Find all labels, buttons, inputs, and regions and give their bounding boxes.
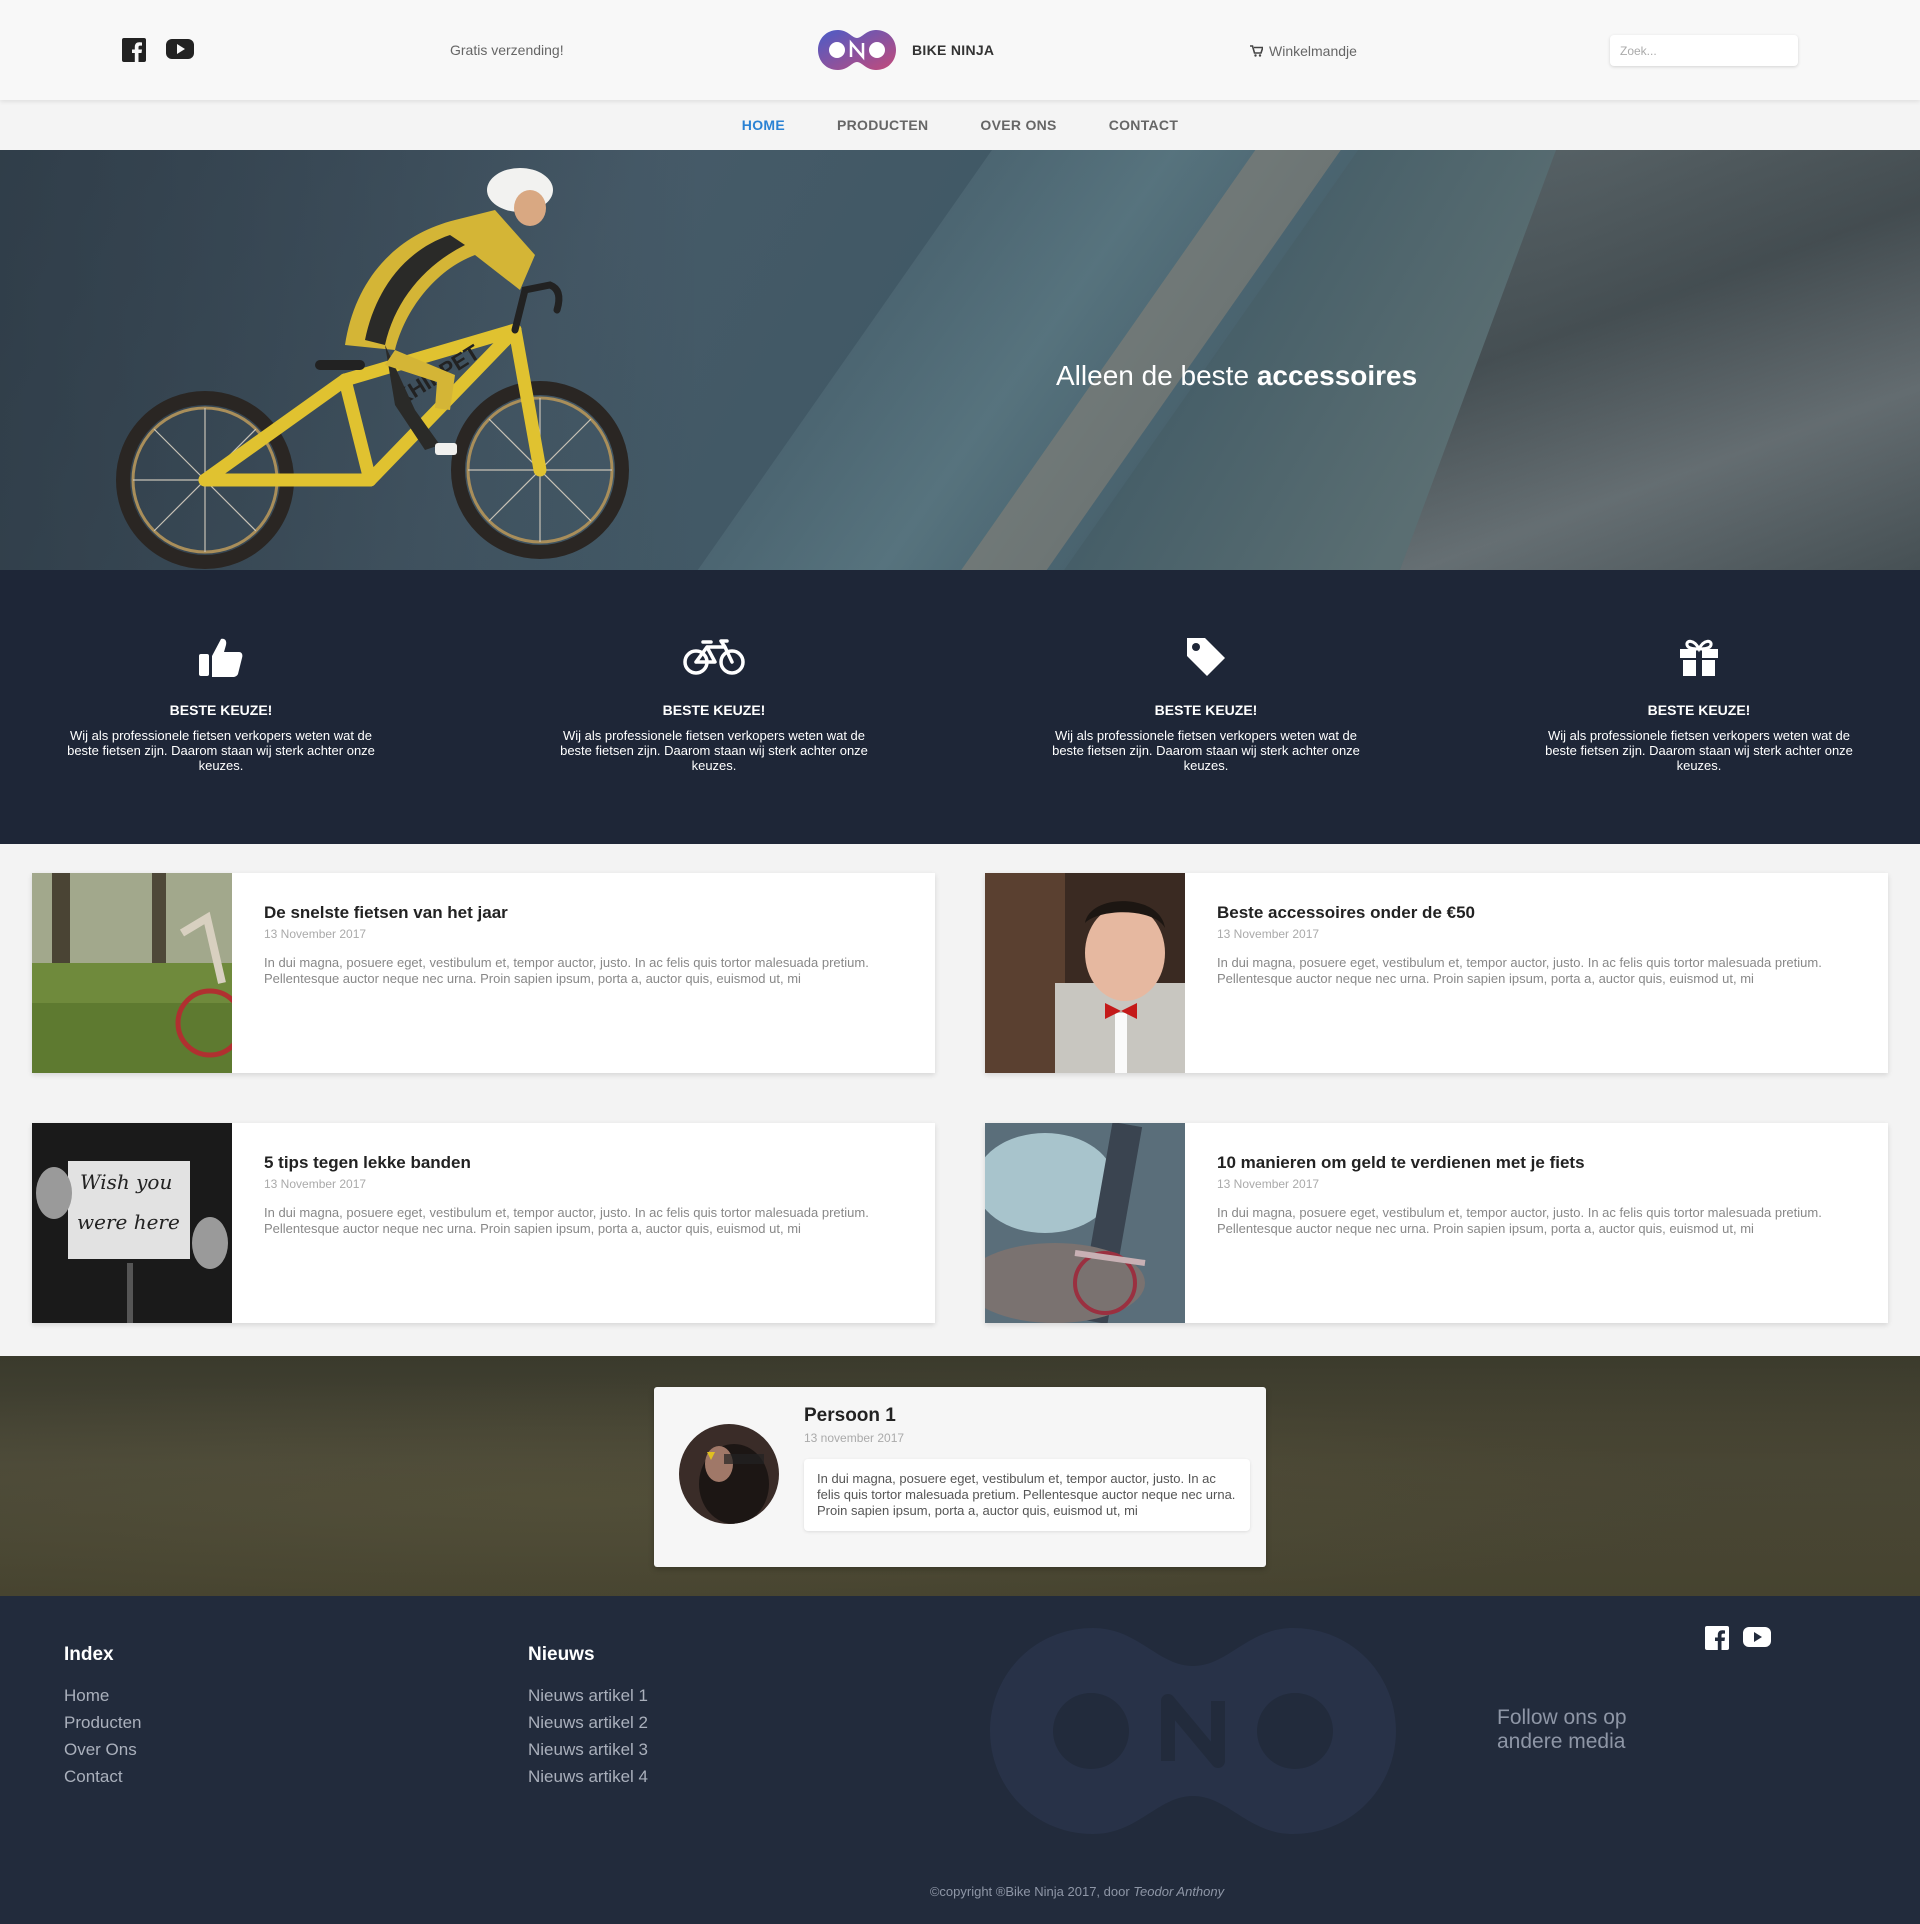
feature-item: BESTE KEUZE! Wij als professionele fiets… [1041,632,1371,773]
feature-text: Wij als professionele fietsen verkopers … [67,728,375,773]
feature-text: Wij als professionele fietsen verkopers … [560,728,868,773]
footer-index-column: Index Home Producten Over Ons Contact [64,1644,142,1790]
feature-title: BESTE KEUZE! [1647,702,1751,718]
hero-banner: KHIPPET Alleen de beste accessoires [0,150,1920,570]
footer-social-links [1705,1626,1771,1655]
testimonial-name: Persoon 1 [804,1405,896,1426]
footer-link-contact[interactable]: Contact [64,1763,142,1790]
feature-title: BESTE KEUZE! [662,702,766,718]
footer-link-news-3[interactable]: Nieuws artikel 3 [528,1736,648,1763]
articles-section: De snelste fietsen van het jaar 13 Novem… [0,844,1920,1356]
article-card[interactable]: Wish you were here 5 tips tegen lekke ba… [32,1123,935,1323]
article-title[interactable]: 5 tips tegen lekke banden [264,1153,904,1173]
features-section: BESTE KEUZE! Wij als professionele fiets… [0,570,1920,844]
search-input[interactable] [1610,35,1798,66]
tag-icon [1187,638,1225,676]
testimonial-quote: In dui magna, posuere eget, vestibulum e… [804,1459,1250,1531]
feature-text: Wij als professionele fietsen verkopers … [1052,728,1360,773]
copyright-text: ©copyright ®Bike Ninja 2017, door Teodor… [0,1884,1920,1899]
follow-text: Follow ons op andere media [1497,1706,1627,1753]
site-footer: Index Home Producten Over Ons Contact Ni… [0,1596,1920,1924]
header-social-links [122,38,194,67]
nav-item-contact[interactable]: CONTACT [1109,117,1179,133]
footer-news-column: Nieuws Nieuws artikel 1 Nieuws artikel 2… [528,1644,648,1790]
article-card[interactable]: Beste accessoires onder de €50 13 Novemb… [985,873,1888,1073]
bike-ninja-logo-icon [818,30,896,70]
article-thumbnail: Wish you were here [32,1123,232,1323]
testimonial-date: 13 november 2017 [804,1431,905,1445]
cart-label: Winkelmandje [1269,43,1357,59]
footer-link-over-ons[interactable]: Over Ons [64,1736,142,1763]
article-body: 5 tips tegen lekke banden 13 November 20… [264,1153,904,1237]
feature-title: BESTE KEUZE! [1154,702,1258,718]
article-text: In dui magna, posuere eget, vestibulum e… [264,955,869,986]
cart-link[interactable]: Winkelmandje [1250,43,1357,59]
footer-link-home[interactable]: Home [64,1682,142,1709]
brand-name: BIKE NINJA [912,42,995,58]
footer-link-news-2[interactable]: Nieuws artikel 2 [528,1709,648,1736]
nav-item-over-ons[interactable]: OVER ONS [980,117,1056,133]
footer-index-title: Index [64,1644,114,1665]
footer-link-producten[interactable]: Producten [64,1709,142,1736]
top-header: Gratis verzending! BIKE NINJA Winkelmand… [0,0,1920,100]
thumb-sign-line-1: Wish you [80,1170,172,1194]
article-body: De snelste fietsen van het jaar 13 Novem… [264,903,904,987]
article-title[interactable]: De snelste fietsen van het jaar [264,903,904,923]
hero-headline-light: Alleen de beste [1056,360,1250,391]
thumb-sign-line-2: were here [77,1210,180,1234]
article-date: 13 November 2017 [264,1177,367,1191]
youtube-icon[interactable] [166,38,194,67]
footer-link-news-1[interactable]: Nieuws artikel 1 [528,1682,648,1709]
footer-news-title: Nieuws [528,1644,595,1665]
free-shipping-text: Gratis verzending! [450,42,564,58]
article-thumbnail [32,873,232,1073]
nav-item-home[interactable]: HOME [742,117,785,133]
copyright-prefix: ©copyright ®Bike Ninja 2017, door [929,1884,1130,1899]
hero-rooftops-background [1400,150,1920,570]
cyclist-image: KHIPPET [116,168,629,569]
article-body: 10 manieren om geld te verdienen met je … [1217,1153,1857,1237]
bicycle-icon [683,639,745,675]
feature-text: Wij als professionele fietsen verkopers … [1545,728,1853,773]
article-title[interactable]: Beste accessoires onder de €50 [1217,903,1857,923]
article-text: In dui magna, posuere eget, vestibulum e… [1217,1205,1822,1236]
nav-item-producten[interactable]: PRODUCTEN [837,117,928,133]
copyright-author: Teodor Anthony [1133,1884,1225,1899]
article-thumbnail [985,873,1185,1073]
article-thumbnail [985,1123,1185,1323]
footer-link-news-4[interactable]: Nieuws artikel 4 [528,1763,648,1790]
feature-item: BESTE KEUZE! Wij als professionele fiets… [1534,632,1864,773]
feature-title: BESTE KEUZE! [169,702,273,718]
brand-logo-link[interactable]: BIKE NINJA [816,28,994,72]
article-date: 13 November 2017 [264,927,367,941]
article-card[interactable]: 10 manieren om geld te verdienen met je … [985,1123,1888,1323]
shopping-cart-icon [1250,45,1263,57]
main-navigation: HOME PRODUCTEN OVER ONS CONTACT [0,100,1920,150]
facebook-icon[interactable] [122,38,146,67]
thumbs-up-icon [199,638,243,677]
hero-headline-bold: accessoires [1256,360,1418,391]
article-body: Beste accessoires onder de €50 13 Novemb… [1217,903,1857,987]
article-text: In dui magna, posuere eget, vestibulum e… [1217,955,1822,986]
article-title[interactable]: 10 manieren om geld te verdienen met je … [1217,1153,1857,1173]
feature-item: BESTE KEUZE! Wij als professionele fiets… [56,632,386,773]
youtube-icon[interactable] [1743,1626,1771,1655]
feature-item: BESTE KEUZE! Wij als professionele fiets… [549,632,879,773]
avatar [679,1424,779,1524]
testimonial-card: Persoon 1 13 november 2017 In dui magna,… [654,1387,1266,1567]
footer-logo-watermark-icon [990,1628,1396,1834]
facebook-icon[interactable] [1705,1626,1729,1655]
gift-icon [1680,639,1718,676]
article-card[interactable]: De snelste fietsen van het jaar 13 Novem… [32,873,935,1073]
article-date: 13 November 2017 [1217,927,1320,941]
hero-headline: Alleen de beste accessoires [1056,360,1417,392]
article-text: In dui magna, posuere eget, vestibulum e… [264,1205,869,1236]
article-date: 13 November 2017 [1217,1177,1320,1191]
testimonial-section: Persoon 1 13 november 2017 In dui magna,… [0,1356,1920,1596]
